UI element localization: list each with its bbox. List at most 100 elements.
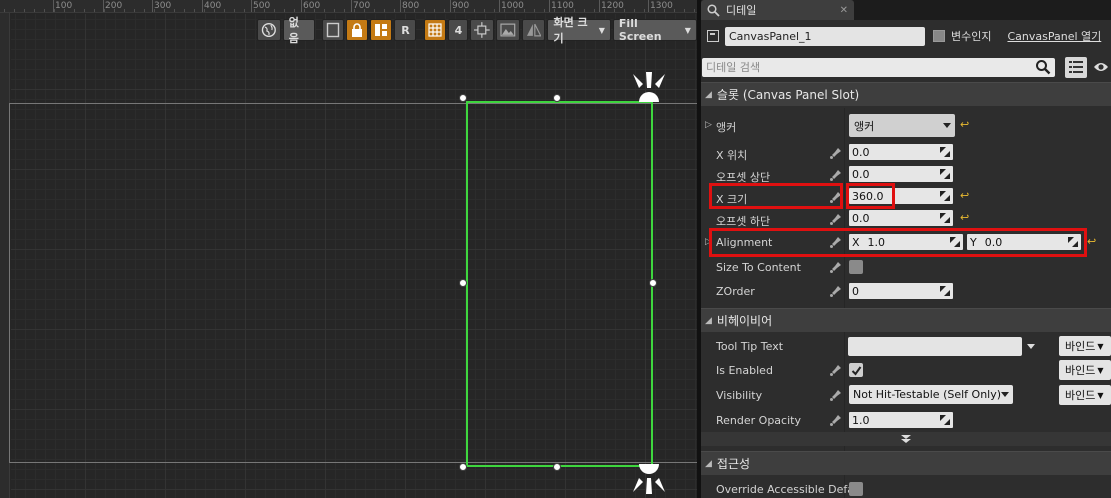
widget-name-input[interactable]: CanvasPanel_1	[725, 26, 925, 46]
tooltip-input[interactable]	[848, 337, 1022, 356]
offset-bottom-field[interactable]: 0.0	[849, 210, 953, 226]
scrub-grip-icon[interactable]	[940, 415, 950, 425]
selected-canvas-panel[interactable]	[466, 101, 653, 467]
resize-handle-left[interactable]	[459, 279, 467, 287]
eye-icon[interactable]	[1091, 57, 1111, 77]
lock-icon[interactable]	[346, 19, 369, 41]
pin-icon[interactable]	[829, 212, 843, 226]
pin-icon[interactable]	[829, 146, 843, 160]
ruler-label: 300	[154, 1, 172, 11]
zorder-field[interactable]: 0	[849, 283, 953, 299]
image-preview-icon[interactable]	[496, 19, 520, 41]
reset-arrow-icon[interactable]: ↩	[960, 190, 970, 201]
resize-handle-right[interactable]	[649, 279, 657, 287]
resize-handle-top-left[interactable]	[459, 94, 467, 102]
pin-icon[interactable]	[829, 413, 843, 427]
advanced-expander[interactable]	[701, 432, 1111, 446]
anchor-dropdown[interactable]: 앵커	[849, 114, 955, 137]
ruler-major-tick	[351, 0, 352, 12]
ruler-minor-tick	[254, 9, 255, 12]
double-chevron-down-icon	[901, 435, 911, 443]
anchor-top-icon[interactable]	[631, 72, 667, 102]
globe-icon[interactable]	[257, 19, 281, 41]
respect-locks-button[interactable]: R	[394, 19, 417, 41]
ruler-major-tick	[499, 0, 500, 12]
close-icon[interactable]: ✕	[840, 5, 848, 16]
localization-dropdown[interactable]: 없음	[282, 16, 315, 45]
chevron-down-icon[interactable]	[1027, 344, 1035, 349]
ruler-minor-tick	[114, 9, 115, 12]
grid-snap-icon[interactable]	[424, 19, 447, 41]
prop-render-opacity: Render Opacity 1.0	[701, 409, 1111, 433]
render-opacity-field[interactable]: 1.0	[849, 412, 953, 428]
ruler-minor-tick	[224, 9, 225, 12]
is-enabled-checkbox[interactable]	[849, 363, 863, 377]
open-canvas-panel-link[interactable]: CanvasPanel 열기	[1007, 28, 1101, 44]
prop-is-enabled-label: Is Enabled	[716, 364, 773, 377]
x-position-field[interactable]: 0.0	[849, 144, 953, 160]
scrub-grip-icon[interactable]	[940, 191, 950, 201]
reset-arrow-icon[interactable]: ↩	[960, 119, 970, 130]
ruler-minor-tick	[384, 9, 385, 12]
ruler-minor-tick	[674, 9, 675, 12]
visibility-dropdown[interactable]: Not Hit-Testable (Self Only)	[849, 385, 1013, 404]
ruler-minor-tick	[654, 9, 655, 12]
bind-label: 바인드	[1065, 364, 1096, 377]
pin-icon[interactable]	[829, 388, 843, 402]
offset-top-field[interactable]: 0.0	[849, 166, 953, 182]
pin-icon[interactable]	[829, 284, 843, 298]
designer-viewport[interactable]: 100 200 300 400 500 600 700 800 900 1000 1100 1200 1…	[0, 0, 697, 498]
override-accessible-checkbox[interactable]	[849, 482, 863, 496]
bind-label: 바인드	[1065, 340, 1096, 353]
scrub-grip-icon[interactable]	[940, 147, 950, 157]
flip-icon[interactable]	[521, 19, 546, 41]
ruler-minor-tick	[574, 9, 575, 12]
reset-arrow-icon[interactable]: ↩	[960, 212, 970, 223]
ruler-major-tick	[599, 0, 600, 12]
scrub-grip-icon[interactable]	[940, 169, 950, 179]
expand-triangle-icon[interactable]: ▷	[705, 120, 712, 130]
scrub-grip-icon[interactable]	[940, 286, 950, 296]
visibility-bind-button[interactable]: 바인드 ▼	[1059, 385, 1111, 405]
scrub-grip-icon[interactable]	[940, 213, 950, 223]
ruler-minor-tick	[504, 9, 505, 12]
chevron-down-icon	[943, 123, 951, 128]
resize-handle-top[interactable]	[553, 94, 561, 102]
ruler-minor-tick	[434, 9, 435, 12]
fill-screen-dropdown[interactable]: Fill Screen ▼	[612, 17, 697, 43]
ruler-minor-tick	[94, 9, 95, 12]
magnifier-icon	[707, 3, 720, 17]
search-icon[interactable]	[1035, 59, 1051, 75]
pin-icon[interactable]	[829, 260, 843, 274]
is-variable-checkbox[interactable]	[933, 30, 945, 42]
category-slot-title: 슬롯 (Canvas Panel Slot)	[716, 88, 860, 102]
tab-details[interactable]: 디테일 ✕	[701, 0, 854, 20]
chevron-down-icon: ▼	[598, 25, 605, 35]
ruler-minor-tick	[694, 9, 695, 12]
is-enabled-bind-button[interactable]: 바인드 ▼	[1059, 360, 1111, 380]
pin-icon[interactable]	[829, 168, 843, 182]
ruler-minor-tick	[44, 9, 45, 12]
outline-toggle-icon[interactable]	[322, 19, 345, 41]
transform-icon[interactable]	[470, 19, 495, 41]
property-matrix-icon[interactable]	[1065, 56, 1088, 78]
grid-size-dropdown[interactable]: 4	[448, 19, 469, 41]
layout-toggle-icon[interactable]	[370, 19, 393, 41]
pin-icon[interactable]	[829, 363, 843, 377]
size-to-content-checkbox[interactable]	[849, 260, 863, 274]
ruler-minor-tick	[664, 9, 665, 12]
category-behavior[interactable]: ◢ 비헤이비어	[701, 308, 1111, 332]
anchor-bottom-icon[interactable]	[631, 464, 667, 494]
resize-handle-bottom-left[interactable]	[459, 463, 467, 471]
prop-x-position-label: X 위치	[716, 149, 748, 162]
category-accessibility[interactable]: ◢ 접근성	[701, 451, 1111, 475]
tooltip-bind-button[interactable]: 바인드 ▼	[1059, 336, 1111, 356]
screen-size-dropdown[interactable]: 화면 크기 ▼	[547, 16, 611, 45]
offset-bottom-value: 0.0	[852, 211, 870, 225]
details-search-input[interactable]: 디테일 검색	[702, 57, 1056, 77]
resize-handle-bottom[interactable]	[553, 463, 561, 471]
reset-arrow-icon[interactable]: ↩	[1087, 236, 1097, 247]
ruler-minor-tick	[304, 9, 305, 12]
category-slot[interactable]: ◢ 슬롯 (Canvas Panel Slot)	[701, 82, 1111, 106]
ruler-minor-tick	[544, 9, 545, 12]
